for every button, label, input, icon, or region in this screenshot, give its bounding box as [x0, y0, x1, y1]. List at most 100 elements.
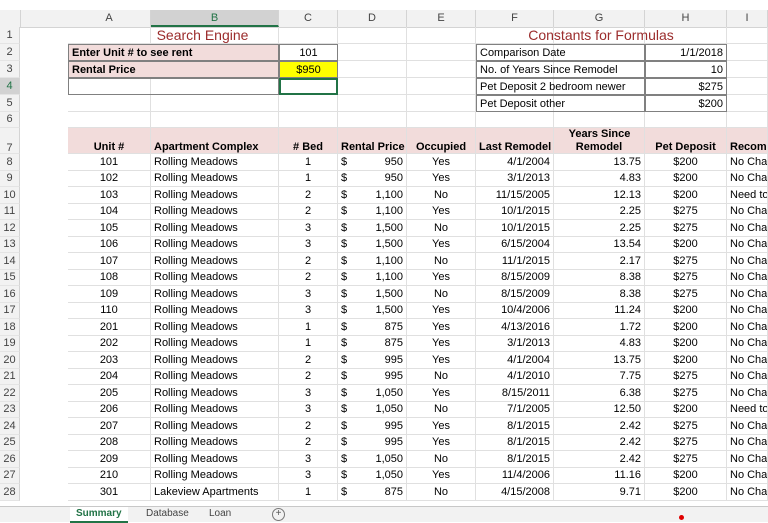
cell-recommendation[interactable]: No Cha — [727, 336, 768, 352]
cell-recommendation[interactable]: No Cha — [727, 204, 768, 220]
cell-recommendation[interactable]: No Cha — [727, 319, 768, 336]
cell-complex[interactable]: Rolling Meadows — [151, 451, 279, 468]
cell-rental-price[interactable]: 1,100 $ — [338, 253, 407, 270]
cell-rental-price[interactable]: 875 $ — [338, 319, 407, 336]
cell-occupied[interactable]: No — [407, 187, 476, 204]
cell-recommendation[interactable]: No Cha — [727, 154, 768, 171]
empty-cell[interactable] — [68, 78, 279, 95]
cell-years-since-remodel[interactable]: 12.50 — [554, 402, 645, 418]
cell-beds[interactable]: 3 — [279, 220, 338, 237]
grid-cell[interactable] — [279, 112, 338, 128]
cell-unit[interactable]: 110 — [68, 303, 151, 319]
cell-beds[interactable]: 3 — [279, 303, 338, 319]
row-header[interactable]: 1 — [0, 27, 20, 44]
cell-beds[interactable]: 3 — [279, 402, 338, 418]
grid-cell[interactable] — [338, 78, 407, 95]
cell-recommendation[interactable]: No Cha — [727, 253, 768, 270]
cell-rental-price[interactable]: 995 $ — [338, 369, 407, 385]
cell-pet-deposit[interactable]: $275 — [645, 435, 727, 451]
cell-pet-deposit[interactable]: $275 — [645, 451, 727, 468]
column-header-e[interactable]: E — [407, 10, 476, 27]
cell-last-remodel[interactable]: 3/1/2013 — [476, 336, 554, 352]
cell-last-remodel[interactable]: 8/15/2009 — [476, 270, 554, 286]
cell-unit[interactable]: 105 — [68, 220, 151, 237]
cell-recommendation[interactable]: No Cha — [727, 270, 768, 286]
cell-last-remodel[interactable]: 7/1/2005 — [476, 402, 554, 418]
cell-pet-deposit[interactable]: $200 — [645, 468, 727, 484]
row-header[interactable]: 14 — [0, 253, 20, 270]
row-header[interactable]: 27 — [0, 468, 20, 484]
cell-unit[interactable]: 103 — [68, 187, 151, 204]
cell-rental-price[interactable]: 1,100 $ — [338, 270, 407, 286]
cell-rental-price[interactable]: 995 $ — [338, 352, 407, 369]
column-header-f[interactable]: F — [476, 10, 554, 27]
cell-last-remodel[interactable]: 8/1/2015 — [476, 451, 554, 468]
cell-rental-price[interactable]: 1,500 $ — [338, 237, 407, 253]
row-header[interactable]: 10 — [0, 187, 20, 204]
cell-pet-deposit[interactable]: $200 — [645, 237, 727, 253]
column-header-d[interactable]: D — [338, 10, 407, 27]
cell-occupied[interactable]: No — [407, 286, 476, 303]
cell-beds[interactable]: 3 — [279, 468, 338, 484]
sheet-tab-loan[interactable]: Loan — [203, 507, 237, 521]
cell-last-remodel[interactable]: 6/15/2004 — [476, 237, 554, 253]
cell-pet-deposit[interactable]: $275 — [645, 253, 727, 270]
cell-occupied[interactable]: Yes — [407, 154, 476, 171]
cell-beds[interactable]: 3 — [279, 385, 338, 402]
row-header[interactable]: 4 — [0, 78, 20, 95]
column-header-c[interactable]: C — [279, 10, 338, 27]
cell-occupied[interactable]: No — [407, 451, 476, 468]
cell-occupied[interactable]: Yes — [407, 204, 476, 220]
cell-recommendation[interactable]: No Cha — [727, 303, 768, 319]
cell-pet-deposit[interactable]: $200 — [645, 319, 727, 336]
cell-occupied[interactable]: No — [407, 220, 476, 237]
cell-pet-deposit[interactable]: $275 — [645, 220, 727, 237]
cell-rental-price[interactable]: 1,050 $ — [338, 385, 407, 402]
row-header[interactable]: 17 — [0, 303, 20, 319]
cell-pet-deposit[interactable]: $200 — [645, 352, 727, 369]
grid-cell[interactable] — [727, 78, 768, 95]
grid-cell[interactable] — [68, 112, 151, 128]
cell-unit[interactable]: 301 — [68, 484, 151, 501]
cell-years-since-remodel[interactable]: 4.83 — [554, 171, 645, 187]
grid-cell[interactable] — [407, 27, 476, 44]
cell-occupied[interactable]: Yes — [407, 237, 476, 253]
constant-value[interactable]: $275 — [645, 78, 727, 95]
row-header[interactable]: 3 — [0, 61, 20, 78]
cell-complex[interactable]: Rolling Meadows — [151, 154, 279, 171]
cell-unit[interactable]: 208 — [68, 435, 151, 451]
cell-recommendation[interactable]: No Cha — [727, 286, 768, 303]
cell-unit[interactable]: 101 — [68, 154, 151, 171]
grid-cell[interactable] — [338, 112, 407, 128]
cell-rental-price[interactable]: 875 $ — [338, 484, 407, 501]
cell-last-remodel[interactable]: 8/15/2011 — [476, 385, 554, 402]
cell-occupied[interactable]: No — [407, 402, 476, 418]
row-header[interactable]: 15 — [0, 270, 20, 286]
cell-pet-deposit[interactable]: $200 — [645, 402, 727, 418]
cell-recommendation[interactable]: No Cha — [727, 352, 768, 369]
cell-rental-price[interactable]: 995 $ — [338, 435, 407, 451]
cell-years-since-remodel[interactable]: 4.83 — [554, 336, 645, 352]
constant-value[interactable]: $200 — [645, 95, 727, 112]
cell-last-remodel[interactable]: 10/1/2015 — [476, 204, 554, 220]
active-cell-b4[interactable] — [279, 78, 338, 95]
row-header[interactable]: 7 — [0, 128, 20, 154]
cell-years-since-remodel[interactable]: 11.16 — [554, 468, 645, 484]
cell-rental-price[interactable]: 1,050 $ — [338, 451, 407, 468]
cell-occupied[interactable]: Yes — [407, 336, 476, 352]
cell-unit[interactable]: 104 — [68, 204, 151, 220]
row-header[interactable]: 5 — [0, 95, 20, 112]
grid-cell[interactable] — [338, 27, 407, 44]
cell-recommendation[interactable]: No Cha — [727, 451, 768, 468]
cell-recommendation[interactable]: No Cha — [727, 171, 768, 187]
cell-beds[interactable]: 2 — [279, 352, 338, 369]
cell-beds[interactable]: 1 — [279, 484, 338, 501]
cell-rental-price[interactable]: 1,050 $ — [338, 468, 407, 484]
cell-last-remodel[interactable]: 4/15/2008 — [476, 484, 554, 501]
grid-cell[interactable] — [338, 44, 407, 61]
cell-pet-deposit[interactable]: $200 — [645, 187, 727, 204]
row-header[interactable]: 23 — [0, 402, 20, 418]
cell-rental-price[interactable]: 1,100 $ — [338, 187, 407, 204]
cell-pet-deposit[interactable]: $275 — [645, 385, 727, 402]
grid-cell[interactable] — [338, 61, 407, 78]
